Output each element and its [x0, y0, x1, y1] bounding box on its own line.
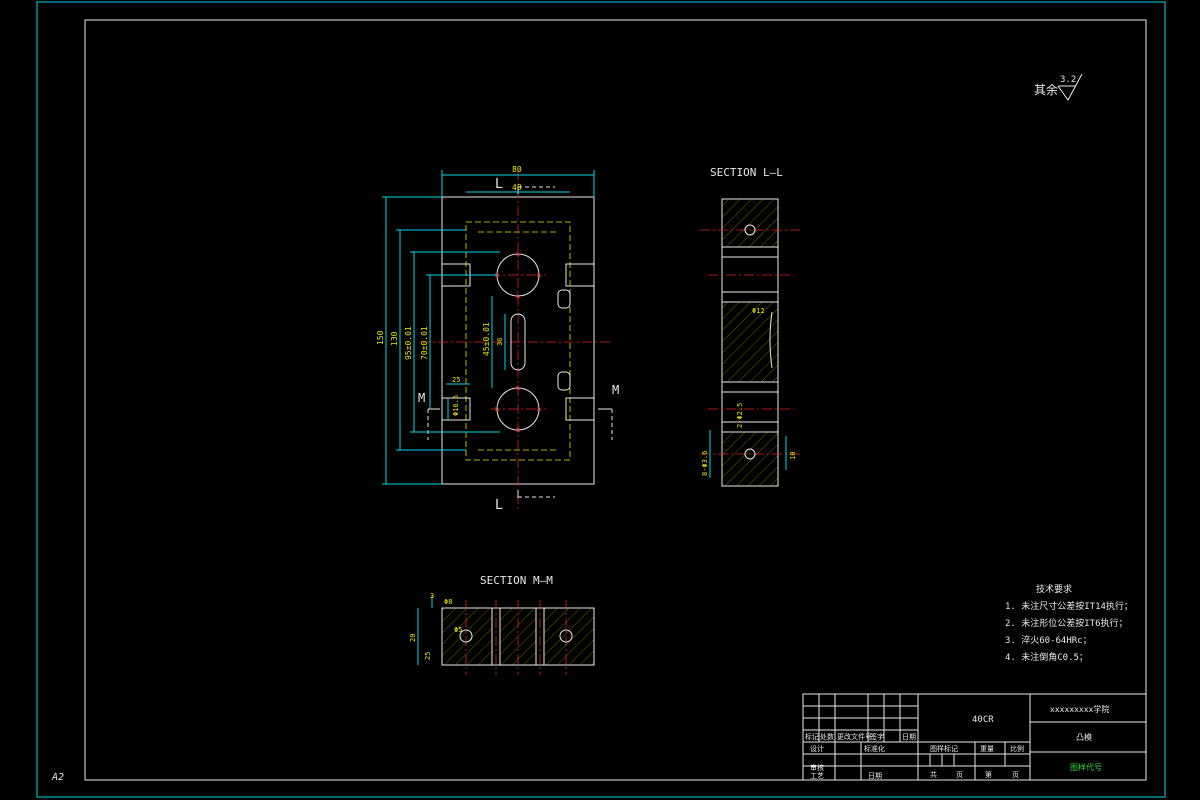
dim-width-total: 80	[512, 165, 522, 174]
cut-label-bottom: L	[495, 498, 503, 513]
cut-label-left: M	[418, 391, 425, 405]
title-row-std: 标准化	[864, 744, 885, 753]
title-drawing-no: 图样代号	[1070, 762, 1102, 772]
roughness-symbol: 其余 3.2	[1034, 73, 1083, 101]
tech-requirement-item: 2. 未注形位公差按IT6执行；	[1005, 617, 1128, 629]
title-row-process: 工艺	[810, 772, 824, 780]
title-row-design: 设计	[810, 744, 824, 753]
section-mm-title: SECTION M—M	[480, 574, 553, 587]
title-material: 40CR	[972, 715, 994, 725]
drawing-canvas: 其余 3.2 L L M M 80 48 150 130 95±0.01 70±…	[36, 1, 1166, 798]
tech-requirements-title: 技术要求	[1036, 583, 1072, 595]
section-mm-dim-4: Φ8	[444, 598, 452, 606]
sheet-size-label: A2	[51, 772, 64, 783]
dim-height-3: 95±0.01	[404, 326, 413, 360]
title-total: 共	[930, 770, 937, 779]
section-ll-title: SECTION L—L	[710, 166, 783, 179]
dim-small-1: 25	[452, 376, 460, 384]
title-row-date: 日期	[868, 772, 882, 780]
title-sheet: 第	[985, 770, 992, 779]
section-mm-dim-5: Φ5	[454, 626, 462, 634]
title-row-check: 审核	[810, 763, 824, 772]
title-page: 页	[956, 771, 963, 779]
section-ll-dim-1: Φ12	[752, 307, 765, 315]
title-header-sign: 签字	[870, 732, 884, 741]
title-scale: 比例	[1010, 744, 1024, 753]
main-dimensions: 80 48 150 130 95±0.01 70±0.01 45±0.01 36	[376, 165, 595, 485]
tech-requirement-item: 4. 未注倒角C0.5；	[1005, 651, 1088, 663]
title-weight: 重量	[980, 745, 994, 753]
dim-width-inner: 48	[512, 183, 522, 192]
roughness-value: 3.2	[1060, 75, 1076, 85]
title-header-date: 日期	[902, 733, 916, 741]
dim-slot-pitch: 45±0.01	[482, 322, 491, 356]
cut-label-right: M	[612, 383, 619, 397]
roughness-prefix: 其余	[1034, 82, 1058, 97]
section-mm-dim-2: 20	[409, 634, 417, 642]
section-mm-dim-3: 25	[424, 652, 432, 660]
section-mm-dim-1: 3	[430, 592, 434, 600]
outer-frame	[36, 1, 1166, 798]
section-mm: SECTION M—M 3 20 25 Φ8 Φ5	[409, 574, 595, 675]
tech-requirement-item: 1. 未注尺寸公差按IT14执行；	[1005, 600, 1133, 612]
main-view: L L M M 80 48 150 130 95±0.01 70±0.01 45…	[376, 165, 619, 513]
section-ll-dim-2: 2-Φ2.5	[736, 403, 744, 428]
dim-height-2: 130	[390, 331, 399, 346]
title-header-count: 处数	[820, 732, 834, 741]
title-block: 标记 处数 更改文件号 签字 日期 设计 标准化 审核 工艺 日期 40CR 图…	[802, 693, 1147, 781]
section-ll-dim-4: 10	[789, 452, 797, 460]
title-header-change-doc: 更改文件号	[837, 732, 872, 741]
dim-slot-len: 36	[496, 338, 504, 346]
section-ll-dim-3: 8-Φ3.6	[701, 451, 709, 476]
dim-small-2: Φ16.5	[452, 395, 460, 416]
section-ll: SECTION L—L Φ12 2-Φ2.5 8-Φ3.6 10	[700, 166, 800, 487]
tech-requirements: 技术要求 1. 未注尺寸公差按IT14执行； 2. 未注形位公差按IT6执行； …	[1005, 583, 1133, 663]
tech-requirement-item: 3. 淬火60-64HRc；	[1005, 634, 1092, 646]
dim-height-total: 150	[376, 330, 385, 345]
title-stage-mark: 图样标记	[930, 744, 958, 753]
title-sheet-page: 页	[1012, 771, 1019, 779]
title-part-name: 凸模	[1076, 732, 1092, 742]
inner-frame	[84, 19, 1147, 781]
title-header-mark: 标记	[805, 732, 819, 741]
title-school: xxxxxxxxx学院	[1050, 704, 1109, 714]
cut-label-top: L	[495, 177, 503, 192]
dim-height-4: 70±0.01	[420, 326, 429, 360]
